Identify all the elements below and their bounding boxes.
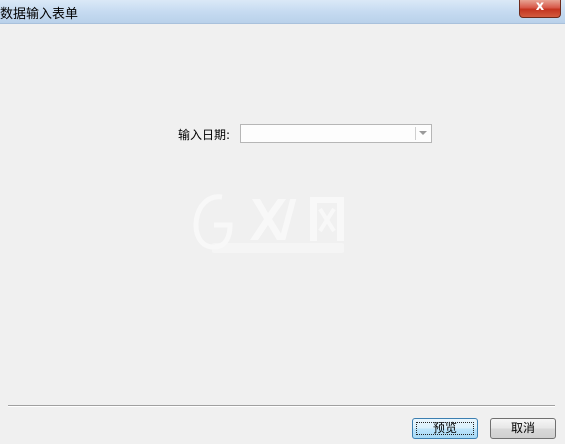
chevron-down-icon[interactable] [419,131,427,135]
watermark-logo [193,194,344,253]
preview-button[interactable]: 预览 [412,418,478,439]
dropdown-separator [415,127,416,140]
close-button[interactable]: x [519,0,561,18]
focus-outline [416,422,474,435]
date-label: 输入日期: [178,128,231,142]
close-icon: x [535,0,545,14]
footer-divider [8,405,555,407]
cancel-button[interactable]: 取消 [490,418,556,439]
date-dropdown[interactable] [240,124,432,143]
title-bar[interactable]: 数据输入表单 x [0,0,565,24]
cancel-button-label: 取消 [510,421,535,435]
window-title: 数据输入表单 [0,7,79,22]
